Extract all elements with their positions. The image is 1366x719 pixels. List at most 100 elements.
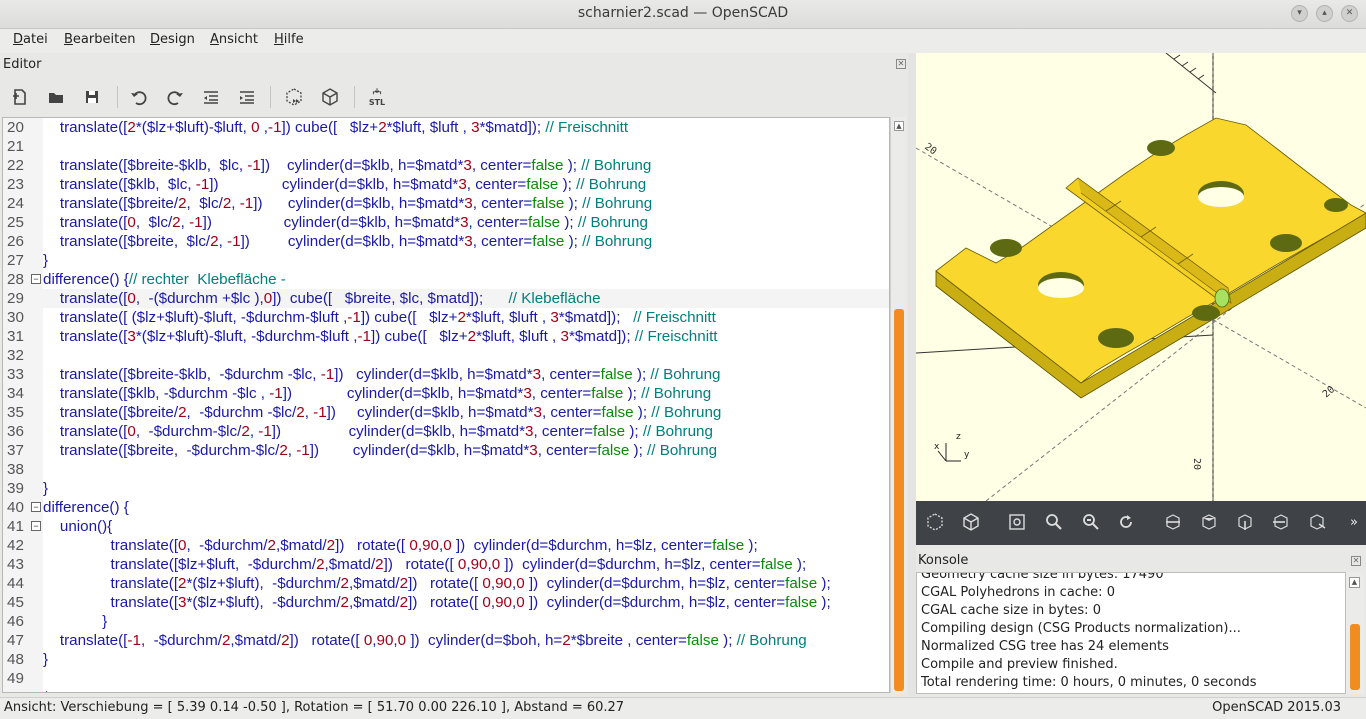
code-line[interactable]: 50 /*************************************… bbox=[3, 688, 889, 692]
code-line[interactable]: 43 translate([$lz+$luft, -$durchm/2,$mat… bbox=[3, 555, 889, 574]
code-text: translate([$breite-$klb, $lc, -1]) cylin… bbox=[43, 157, 652, 174]
code-line[interactable]: 26 translate([$breite, $lc/2, -1]) cylin… bbox=[3, 232, 889, 251]
line-number: 30 bbox=[7, 309, 24, 326]
preview-view-icon[interactable] bbox=[924, 511, 946, 533]
view-right-icon[interactable] bbox=[1162, 511, 1184, 533]
fold-toggle-icon[interactable]: − bbox=[31, 502, 41, 512]
export-stl-icon[interactable]: STL bbox=[366, 86, 388, 108]
code-line[interactable]: 45 translate([3*($lz+$luft), -$durchm/2,… bbox=[3, 593, 889, 612]
code-text: translate([$breite-$klb, -$durchm -$lc, … bbox=[43, 366, 721, 383]
window-title: scharnier2.scad — OpenSCAD bbox=[577, 5, 789, 21]
console-line: Total rendering time: 0 hours, 0 minutes… bbox=[921, 675, 1257, 690]
line-number: 41 bbox=[7, 518, 24, 535]
view-left-icon[interactable] bbox=[1270, 511, 1292, 533]
code-text: translate([0, -$durchm/2,$matd/2]) rotat… bbox=[43, 537, 758, 554]
editor-scroll-up-icon[interactable]: ▲ bbox=[894, 121, 904, 131]
code-line[interactable]: 39} bbox=[3, 479, 889, 498]
menu-bearbeiten[interactable]: Bearbeiten bbox=[64, 32, 135, 47]
code-line[interactable]: 32 bbox=[3, 346, 889, 365]
fold-toggle-icon[interactable]: − bbox=[31, 521, 41, 531]
code-line[interactable]: 20 translate([2*($lz+$luft)-$luft, 0 ,-1… bbox=[3, 118, 889, 137]
code-line[interactable]: 46 } bbox=[3, 612, 889, 631]
3d-viewport[interactable]: 20 20 20 y z x bbox=[916, 53, 1366, 501]
line-number: 22 bbox=[7, 157, 24, 174]
line-number: 49 bbox=[7, 670, 24, 687]
editor-close-icon[interactable]: ✕ bbox=[896, 59, 906, 69]
code-line[interactable]: 44 translate([2*($lz+$luft), -$durchm/2,… bbox=[3, 574, 889, 593]
menu-datei[interactable]: Datei bbox=[13, 32, 48, 47]
view-status-text: Ansicht: Verschiebung = [ 5.39 0.14 -0.5… bbox=[4, 700, 625, 715]
code-line[interactable]: 33 translate([$breite-$klb, -$durchm -$l… bbox=[3, 365, 889, 384]
redo-icon[interactable] bbox=[164, 86, 186, 108]
render-view-icon[interactable] bbox=[960, 511, 982, 533]
line-number: 43 bbox=[7, 556, 24, 573]
indent-icon[interactable] bbox=[236, 86, 258, 108]
minimize-button[interactable]: ▾ bbox=[1291, 5, 1308, 22]
new-file-icon[interactable] bbox=[9, 86, 31, 108]
code-line[interactable]: 29 translate([0, -($durchm +$lc ),0]) cu… bbox=[3, 289, 889, 308]
save-file-icon[interactable] bbox=[81, 86, 103, 108]
zoom-in-icon[interactable] bbox=[1043, 511, 1065, 533]
console-scroll-thumb[interactable] bbox=[1350, 624, 1360, 690]
code-text: translate([$breite/2, -$durchm -$lc/2, -… bbox=[43, 404, 722, 421]
code-text: translate([$klb, -$durchm -$lc , -1]) cy… bbox=[43, 385, 712, 402]
code-line[interactable]: 48} bbox=[3, 650, 889, 669]
close-button[interactable]: ✕ bbox=[1341, 5, 1358, 22]
undo-icon[interactable] bbox=[128, 86, 150, 108]
code-line[interactable]: 31 translate([3*($lz+$luft)-$luft, -$dur… bbox=[3, 327, 889, 346]
code-text: translate([$lz+$luft, -$durchm/2,$matd/2… bbox=[43, 556, 807, 573]
line-number: 47 bbox=[7, 632, 24, 649]
more-tools-icon[interactable]: » bbox=[1346, 511, 1362, 533]
code-line[interactable]: 22 translate([$breite-$klb, $lc, -1]) cy… bbox=[3, 156, 889, 175]
code-line[interactable]: 41− union(){ bbox=[3, 517, 889, 536]
line-number: 35 bbox=[7, 404, 24, 421]
view-all-icon[interactable] bbox=[1006, 511, 1028, 533]
view-front-icon[interactable] bbox=[1306, 511, 1328, 533]
console-close-icon[interactable]: ✕ bbox=[1351, 556, 1361, 566]
view-bottom-icon[interactable] bbox=[1234, 511, 1256, 533]
line-number: 32 bbox=[7, 347, 24, 364]
fold-toggle-icon[interactable]: − bbox=[31, 274, 41, 284]
editor-scrollbar[interactable]: ▲ bbox=[890, 117, 906, 693]
code-editor[interactable]: 20 translate([2*($lz+$luft)-$luft, 0 ,-1… bbox=[2, 117, 890, 693]
menu-hilfe[interactable]: Hilfe bbox=[274, 32, 304, 47]
code-line[interactable]: 28− difference() {// rechter Klebefläche … bbox=[3, 270, 889, 289]
open-file-icon[interactable] bbox=[45, 86, 67, 108]
code-line[interactable]: 37 translate([$breite, -$durchm-$lc/2, -… bbox=[3, 441, 889, 460]
line-number: 25 bbox=[7, 214, 24, 231]
panel-splitter[interactable] bbox=[908, 53, 916, 696]
code-text: translate([$breite, $lc/2, -1]) cylinder… bbox=[43, 233, 653, 250]
code-line[interactable]: 30 translate([ ($lz+$luft)-$luft, -$durc… bbox=[3, 308, 889, 327]
editor-toolbar: STL bbox=[0, 78, 915, 116]
maximize-button[interactable]: ▴ bbox=[1316, 5, 1333, 22]
code-line[interactable]: 25 translate([0, $lc/2, -1]) cylinder(d=… bbox=[3, 213, 889, 232]
render-icon[interactable] bbox=[319, 86, 341, 108]
unindent-icon[interactable] bbox=[200, 86, 222, 108]
zoom-out-icon[interactable] bbox=[1080, 511, 1102, 533]
code-line[interactable]: 23 translate([$klb, $lc, -1]) cylinder(d… bbox=[3, 175, 889, 194]
menu-ansicht[interactable]: Ansicht bbox=[210, 32, 258, 47]
preview-icon[interactable] bbox=[283, 86, 305, 108]
code-line[interactable]: 34 translate([$klb, -$durchm -$lc , -1])… bbox=[3, 384, 889, 403]
code-text: translate([2*($lz+$luft)-$luft, 0 ,-1]) … bbox=[43, 119, 629, 136]
code-line[interactable]: 36 translate([0, -$durchm-$lc/2, -1]) cy… bbox=[3, 422, 889, 441]
code-line[interactable]: 40− difference() { bbox=[3, 498, 889, 517]
code-line[interactable]: 49 bbox=[3, 669, 889, 688]
view-top-icon[interactable] bbox=[1198, 511, 1220, 533]
code-text: translate([ ($lz+$luft)-$luft, -$durchm-… bbox=[43, 309, 716, 326]
code-line[interactable]: 47 translate([-1, -$durchm/2,$matd/2]) r… bbox=[3, 631, 889, 650]
code-line[interactable]: 35 translate([$breite/2, -$durchm -$lc/2… bbox=[3, 403, 889, 422]
reset-view-icon[interactable] bbox=[1115, 511, 1137, 533]
code-line[interactable]: 38 bbox=[3, 460, 889, 479]
console-scroll-up-icon[interactable]: ▲ bbox=[1349, 577, 1360, 588]
code-line[interactable]: 21 bbox=[3, 137, 889, 156]
code-text: translate([$breite/2, $lc/2, -1]) cylind… bbox=[43, 195, 653, 212]
console-scrollbar[interactable]: ▲ bbox=[1346, 572, 1364, 694]
code-line[interactable]: 27} bbox=[3, 251, 889, 270]
menu-design[interactable]: Design bbox=[150, 32, 195, 47]
editor-scroll-thumb[interactable] bbox=[894, 309, 904, 691]
code-line[interactable]: 24 translate([$breite/2, $lc/2, -1]) cyl… bbox=[3, 194, 889, 213]
code-text: } bbox=[43, 613, 108, 630]
code-line[interactable]: 42 translate([0, -$durchm/2,$matd/2]) ro… bbox=[3, 536, 889, 555]
title-bar: scharnier2.scad — OpenSCAD ▾ ▴ ✕ bbox=[0, 0, 1366, 29]
